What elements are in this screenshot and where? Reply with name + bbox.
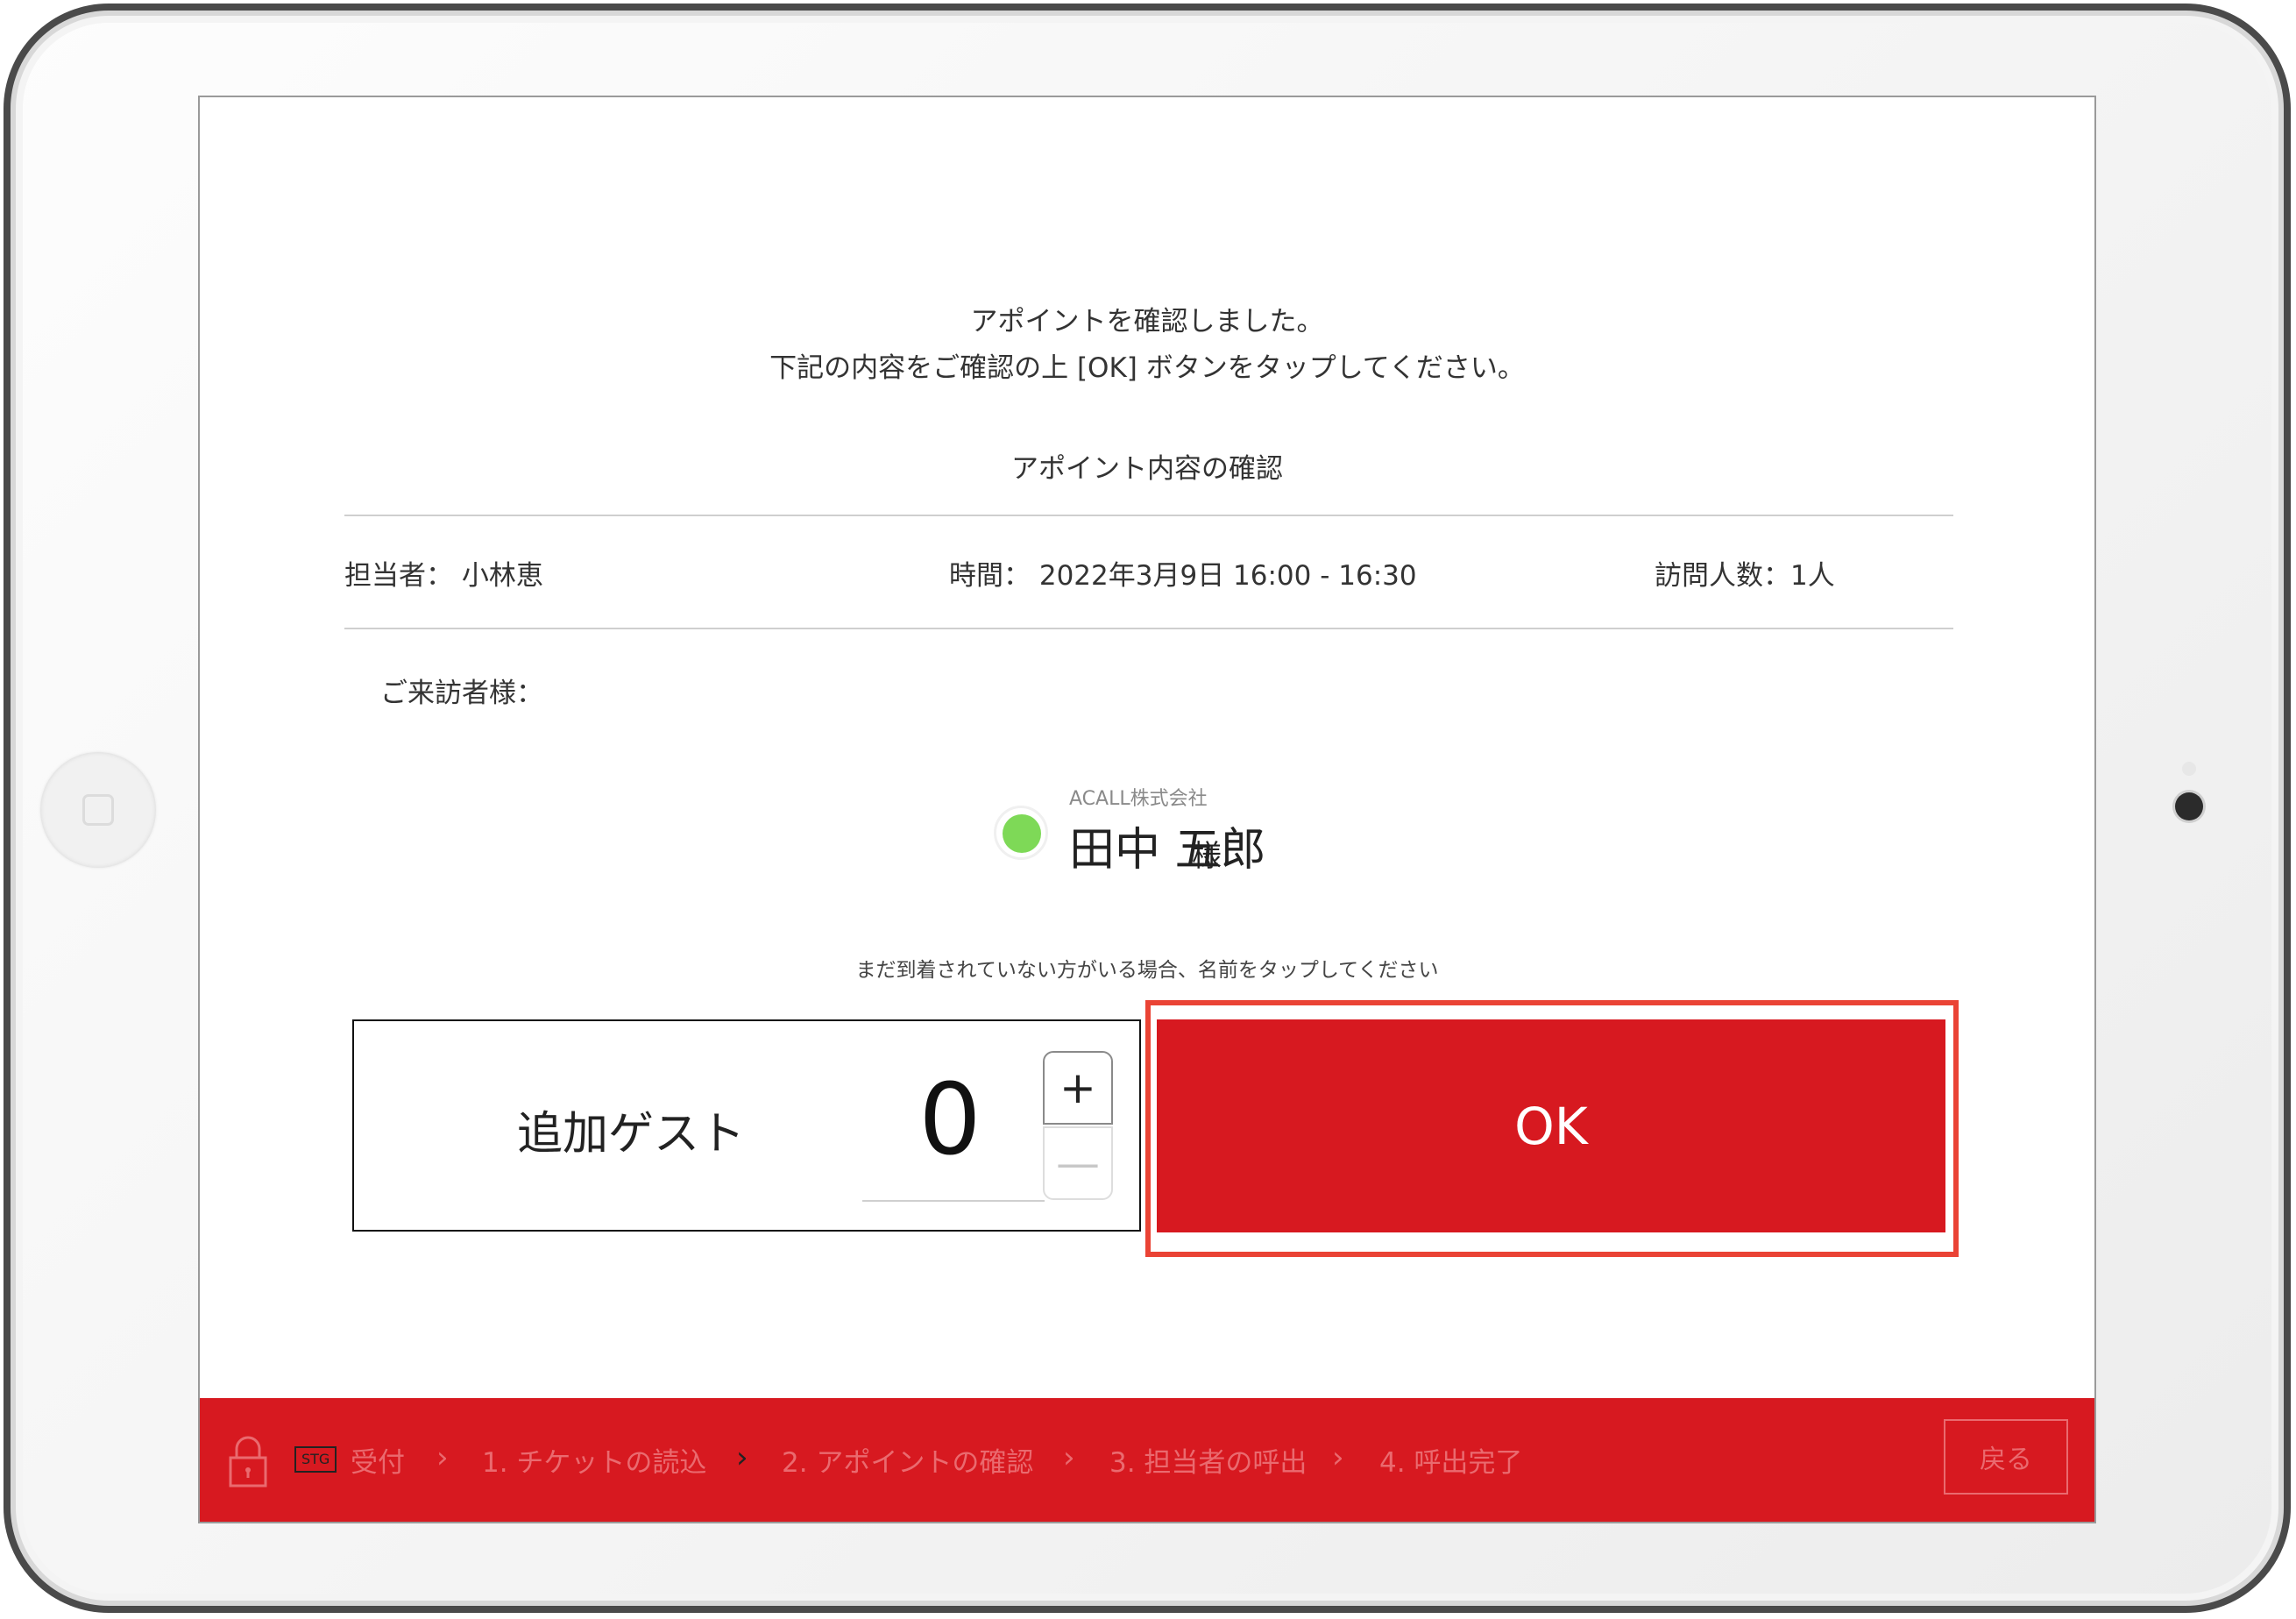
guest-count-stepper: + — [1043,1051,1113,1202]
arrival-status-indicator [994,806,1048,860]
footer-bar: STG 受付 › 1. チケットの読込 › 2. アポイントの確認 › 3. 担… [200,1398,2094,1522]
sensor-dot [2182,762,2196,776]
confirm-message-line2: 下記の内容をご確認の上 [OK] ボタンをタップしてください。 [769,352,1525,384]
tap-hint: まだ到着されていない方がいる場合、名前をタップしてください [855,959,1439,982]
home-square-icon [82,794,114,826]
home-button[interactable] [40,752,156,868]
divider [344,515,1953,516]
ok-button[interactable]: OK [1157,1019,1945,1232]
visitor-count-info: 訪問人数：1人 [1655,560,1835,592]
visitor-label: ご来訪者様： [380,678,543,709]
count-underline [862,1200,1045,1202]
stg-badge: STG [294,1446,337,1473]
increment-button[interactable]: + [1043,1051,1113,1125]
additional-guests-label: 追加ゲスト [517,1108,746,1161]
guest-name: 田中 五郎 [1069,824,1266,877]
time-info: 時間： 2022年3月9日 16:00 - 16:30 [949,560,1417,592]
staff-info: 担当者： 小林恵 [344,560,543,592]
lock-icon[interactable] [228,1435,268,1489]
step-call-staff: 3. 担当者の呼出 [1109,1447,1307,1479]
guest-honorific: 様 [1192,839,1222,874]
status-dot-icon [1003,814,1041,853]
confirm-message-line1: アポイントを確認しました。 [970,306,1324,337]
additional-guests-count: 0 [918,1063,981,1177]
reception-label: 受付 [351,1447,405,1479]
back-button[interactable]: 戻る [1944,1419,2068,1495]
chevron-right-icon: › [736,1440,748,1475]
app-screen: アポイントを確認しました。 下記の内容をご確認の上 [OK] ボタンをタップして… [198,96,2096,1523]
step-appointment-confirm: 2. アポイントの確認 [782,1447,1034,1479]
chevron-right-icon: › [436,1440,449,1475]
step-ticket-read: 1. チケットの読込 [482,1447,707,1479]
additional-guests-panel: 追加ゲスト 0 + — [352,1019,1141,1232]
divider [344,628,1953,629]
decrement-button[interactable]: — [1043,1126,1113,1200]
step-call-complete: 4. 呼出完了 [1379,1447,1523,1479]
guest-company: ACALL株式会社 [1069,788,1208,810]
chevron-right-icon: › [1332,1440,1344,1475]
chevron-right-icon: › [1063,1440,1075,1475]
camera-icon [2175,792,2203,820]
section-title: アポイント内容の確認 [1011,453,1283,485]
